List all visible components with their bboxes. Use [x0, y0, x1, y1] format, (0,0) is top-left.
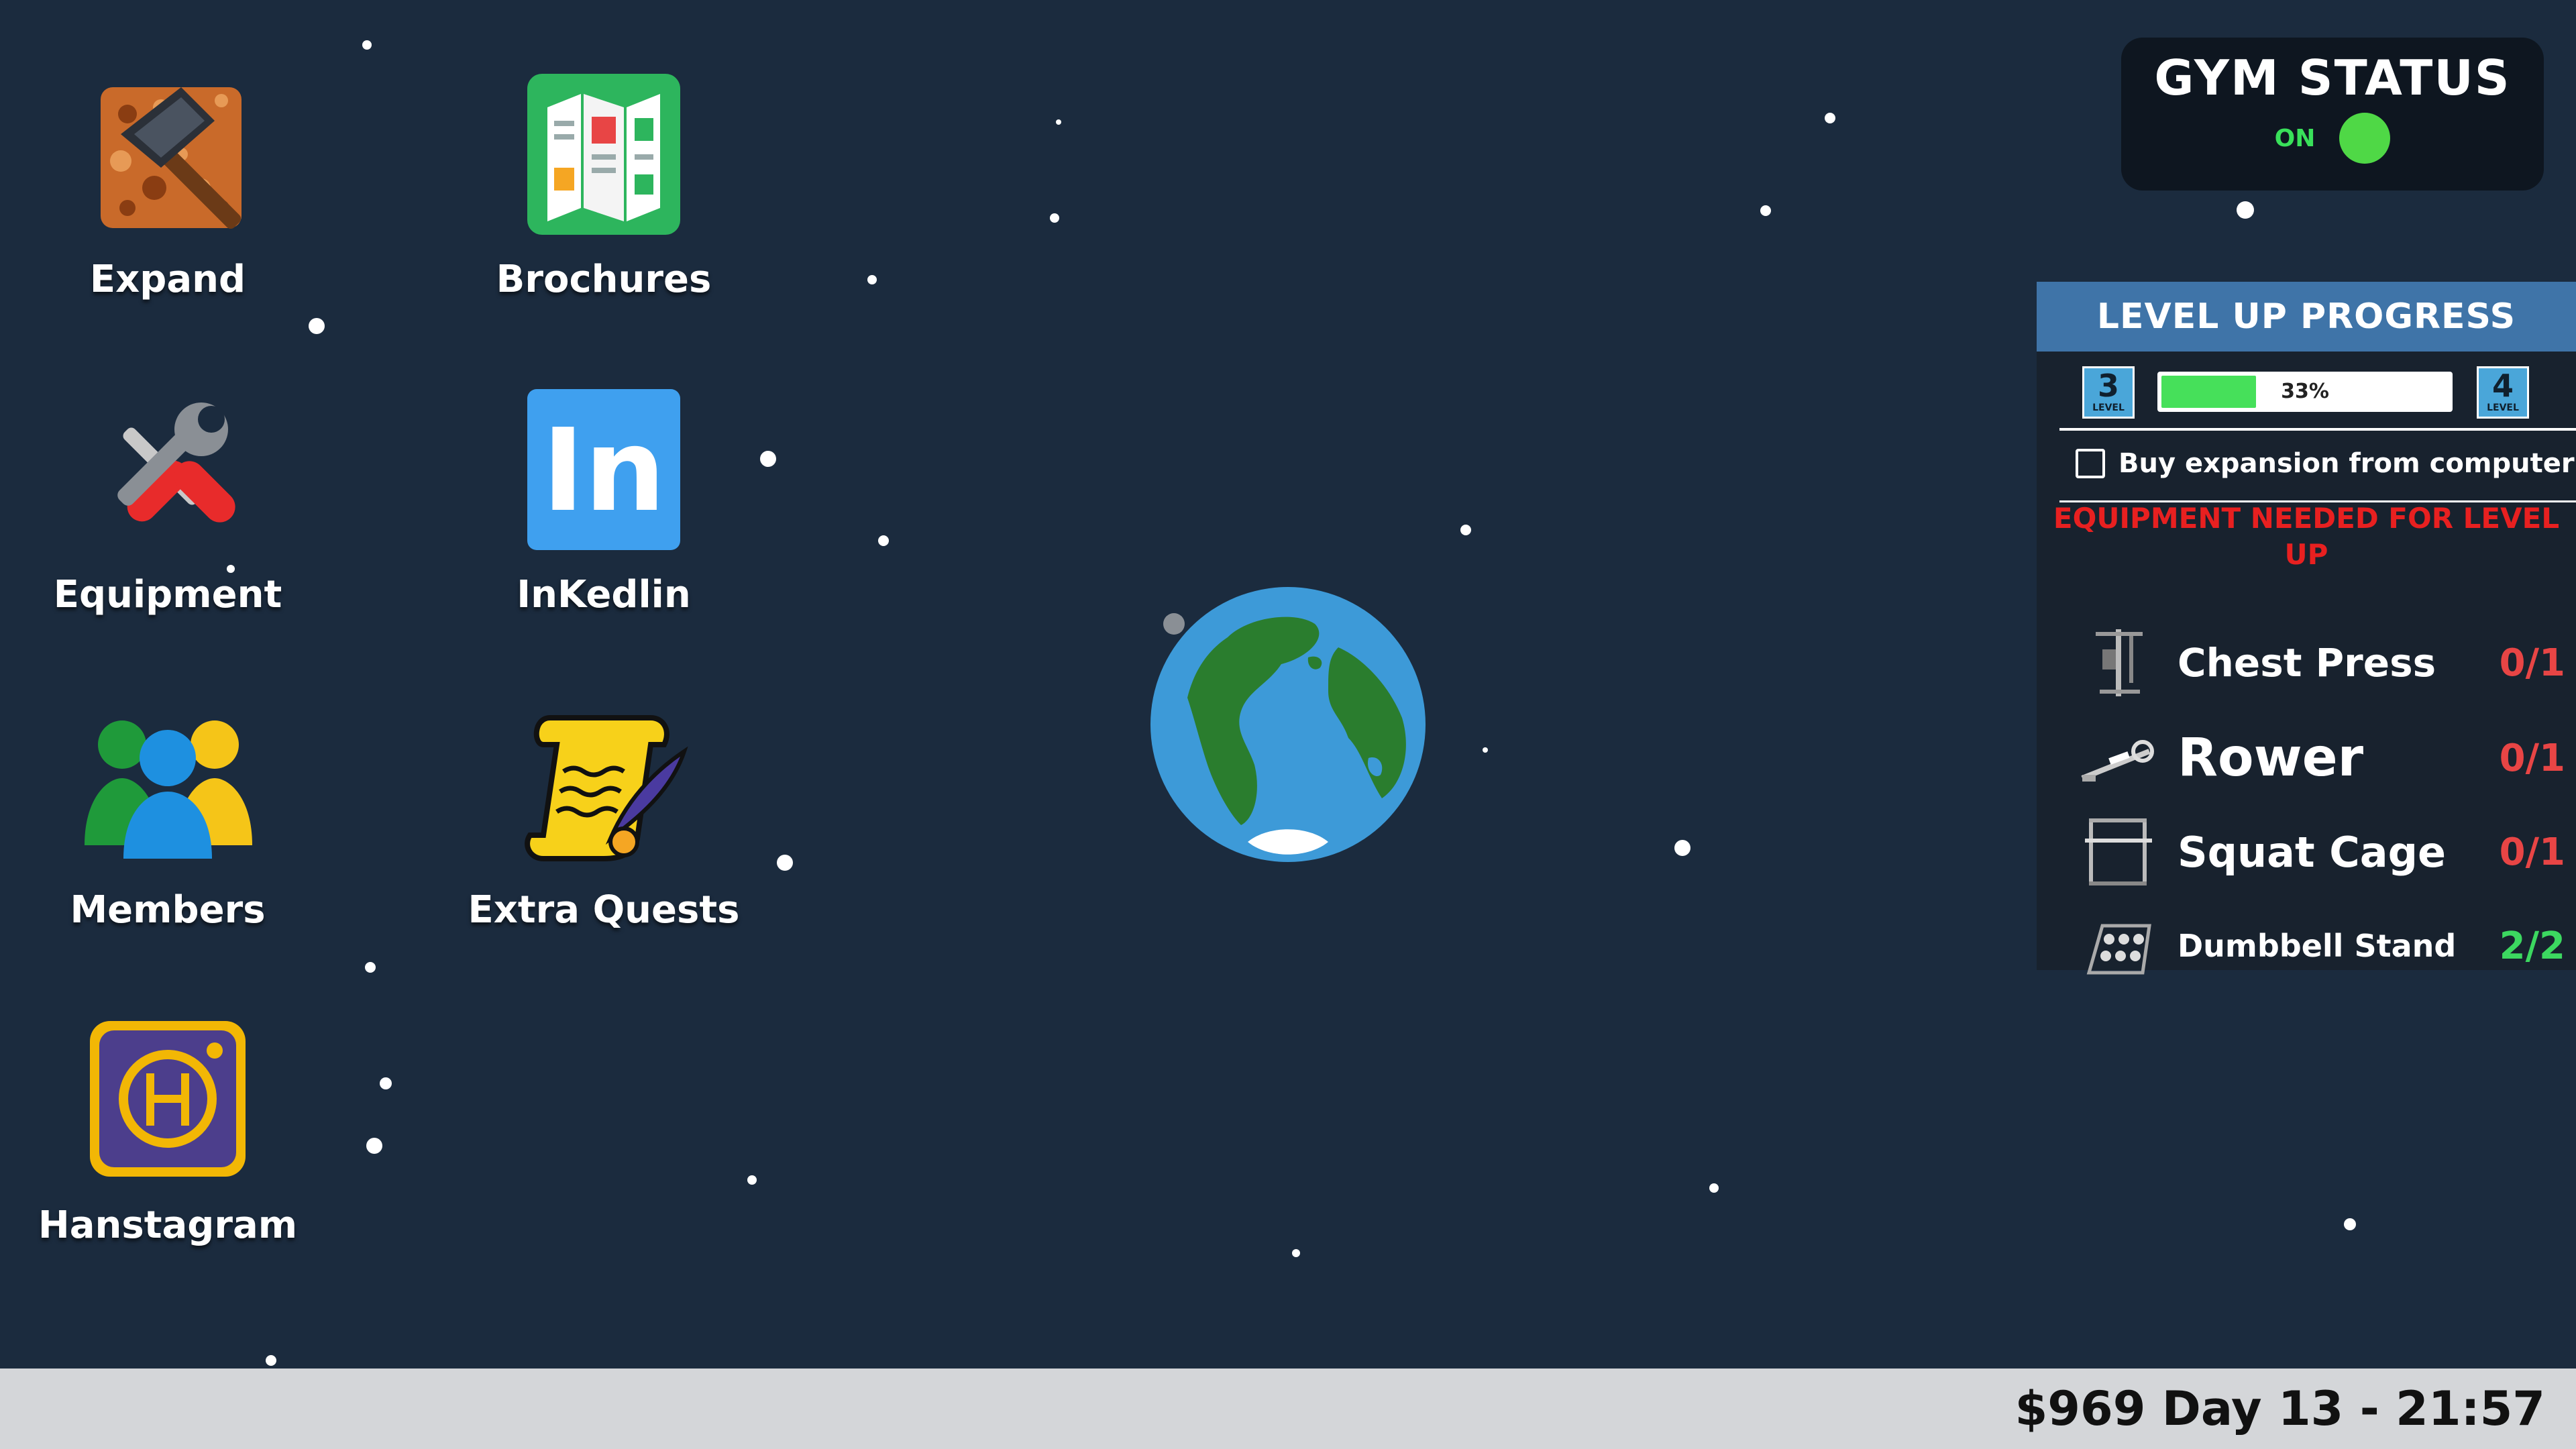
star-dot: [1674, 840, 1690, 856]
app-hanstagram[interactable]: Hanstagram: [7, 1020, 329, 1247]
inkedlin-icon: In: [517, 389, 691, 564]
level-up-panel: LEVEL UP PROGRESS 3 LEVEL 33% 4 LEVEL Bu…: [2037, 282, 2576, 975]
buy-expansion-checkbox[interactable]: [2076, 449, 2105, 478]
rower-icon: [2081, 740, 2154, 782]
star-dot: [1056, 119, 1061, 125]
star-dot: [2237, 201, 2254, 219]
current-level-badge: 3 LEVEL: [2082, 366, 2135, 419]
divider: [2059, 428, 2576, 431]
scroll-quill-icon: [517, 704, 691, 879]
star-dot: [1483, 747, 1488, 753]
next-level-badge: 4 LEVEL: [2477, 366, 2529, 419]
tools-icon: [80, 389, 255, 564]
app-label: Members: [70, 888, 266, 932]
star-dot: [777, 855, 793, 871]
star-dot: [1292, 1249, 1300, 1257]
app-label: Expand: [89, 258, 246, 301]
status-indicator-icon[interactable]: [2339, 113, 2391, 164]
star-dot: [366, 1138, 382, 1154]
chest-press-icon: [2096, 629, 2143, 696]
progress-percent: 33%: [2281, 380, 2329, 403]
level-caption: LEVEL: [2487, 402, 2519, 413]
app-inkedlin[interactable]: In InKedlin: [443, 389, 765, 616]
app-equipment[interactable]: Equipment: [7, 389, 329, 616]
people-icon: [80, 704, 255, 879]
buy-expansion-label: Buy expansion from computer: [2118, 448, 2575, 479]
star-dot: [1825, 113, 1835, 123]
svg-text:In: In: [542, 405, 665, 537]
level-progress-row: 3 LEVEL 33% 4 LEVEL: [2037, 352, 2576, 425]
equipment-count: 2/2: [2499, 924, 2565, 968]
star-dot: [365, 962, 376, 973]
star-dot: [362, 40, 372, 50]
star-dot: [1709, 1183, 1719, 1193]
star-dot: [2344, 1218, 2356, 1230]
equipment-count: 0/1: [2499, 736, 2565, 780]
star-dot: [867, 275, 877, 284]
gym-status-panel: GYM STATUS ON: [2121, 38, 2544, 191]
equipment-needed-heading: EQUIPMENT NEEDED FOR LEVEL UP: [2053, 502, 2560, 571]
squat-cage-icon: [2085, 818, 2152, 885]
dumbbell-stand-icon: [2086, 924, 2151, 975]
earth-globe-icon: [1150, 587, 1426, 862]
equipment-row-chest-press: Chest Press 0/1: [2076, 623, 2572, 703]
app-label: Equipment: [53, 573, 282, 616]
star-dot: [1460, 525, 1471, 535]
taskbar: $969 Day 13 - 21:57: [0, 1368, 2576, 1449]
level-up-title: LEVEL UP PROGRESS: [2037, 282, 2576, 352]
star-dot: [309, 318, 325, 334]
app-extra-quests[interactable]: Extra Quests: [443, 704, 765, 932]
equipment-name: Chest Press: [2178, 640, 2436, 686]
app-label: Extra Quests: [468, 888, 740, 932]
app-brochures[interactable]: Brochures: [443, 74, 765, 301]
equipment-name: Rower: [2178, 728, 2364, 788]
app-members[interactable]: Members: [7, 704, 329, 932]
app-expand[interactable]: Expand: [7, 74, 329, 301]
star-dot: [747, 1175, 757, 1185]
app-label: Hanstagram: [38, 1203, 298, 1247]
app-label: Brochures: [496, 258, 712, 301]
camera-icon: [80, 1020, 255, 1194]
money-day-time-readout: $969 Day 13 - 21:57: [2015, 1381, 2545, 1436]
star-dot: [1760, 205, 1771, 216]
level-progress-bar: 33%: [2157, 372, 2453, 412]
star-dot: [878, 535, 889, 546]
equipment-name: Squat Cage: [2178, 827, 2447, 877]
star-dot: [266, 1355, 276, 1366]
equipment-row-dumbbell-stand: Dumbbell Stand 2/2: [2076, 906, 2572, 986]
star-dot: [380, 1077, 392, 1089]
equipment-count: 0/1: [2499, 830, 2565, 874]
brochure-icon: [517, 74, 691, 248]
equipment-count: 0/1: [2499, 641, 2565, 685]
equipment-row-squat-cage: Squat Cage 0/1: [2076, 812, 2572, 892]
star-dot: [1050, 213, 1059, 223]
equipment-name: Dumbbell Stand: [2178, 928, 2457, 964]
app-label: InKedlin: [517, 573, 691, 616]
equipment-row-rower: Rower 0/1: [2076, 718, 2572, 798]
level-caption: LEVEL: [2092, 402, 2125, 413]
gym-status-title: GYM STATUS: [2154, 50, 2511, 106]
next-level-number: 4: [2491, 368, 2514, 404]
buy-expansion-option[interactable]: Buy expansion from computer: [2076, 448, 2575, 479]
pickaxe-icon: [80, 74, 255, 248]
gym-status-state: ON: [2274, 124, 2316, 152]
current-level-number: 3: [2097, 368, 2119, 404]
